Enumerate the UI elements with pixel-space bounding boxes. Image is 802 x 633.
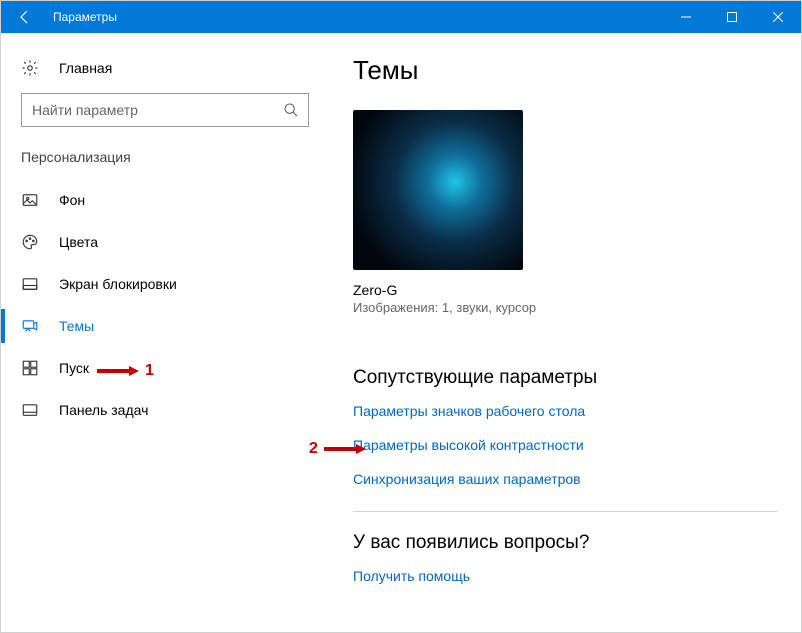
theme-desc: Изображения: 1, звуки, курсор bbox=[353, 300, 553, 317]
palette-icon bbox=[21, 233, 45, 251]
search-box bbox=[21, 93, 309, 127]
sidebar-item-lockscreen[interactable]: Экран блокировки bbox=[1, 263, 329, 305]
sidebar: Главная Персонализация Фон Цвета bbox=[1, 33, 329, 632]
sidebar-item-label: Экран блокировки bbox=[59, 276, 177, 292]
maximize-button[interactable] bbox=[709, 1, 755, 33]
close-button[interactable] bbox=[755, 1, 801, 33]
sidebar-item-label: Цвета bbox=[59, 234, 98, 250]
search-icon bbox=[283, 102, 299, 118]
start-icon bbox=[21, 359, 45, 377]
main-pane: Темы Zero-G Изображения: 1, звуки, курсо… bbox=[329, 33, 801, 632]
divider bbox=[353, 511, 777, 512]
group-label: Персонализация bbox=[1, 149, 329, 179]
related-heading: Сопутствующие параметры bbox=[353, 367, 777, 389]
sidebar-item-colors[interactable]: Цвета bbox=[1, 221, 329, 263]
picture-icon bbox=[21, 191, 45, 209]
sidebar-item-label: Пуск bbox=[59, 360, 89, 376]
sidebar-item-label: Фон bbox=[59, 192, 85, 208]
theme-name: Zero-G bbox=[353, 282, 777, 298]
content: Главная Персонализация Фон Цвета bbox=[1, 33, 801, 632]
page-title: Темы bbox=[353, 55, 777, 86]
sidebar-item-start[interactable]: Пуск bbox=[1, 347, 329, 389]
window-title: Параметры bbox=[49, 10, 117, 24]
minimize-button[interactable] bbox=[663, 1, 709, 33]
back-button[interactable] bbox=[1, 1, 49, 33]
home-label: Главная bbox=[59, 60, 112, 76]
lockscreen-icon bbox=[21, 275, 45, 293]
link-desktop-icons[interactable]: Параметры значков рабочего стола bbox=[353, 403, 777, 419]
search-input[interactable] bbox=[21, 93, 309, 127]
theme-icon bbox=[21, 317, 45, 335]
theme-preview[interactable] bbox=[353, 110, 523, 270]
minimize-icon bbox=[681, 12, 691, 22]
sidebar-item-label: Панель задач bbox=[59, 402, 148, 418]
maximize-icon bbox=[727, 12, 737, 22]
close-icon bbox=[773, 12, 783, 22]
titlebar: Параметры bbox=[1, 1, 801, 33]
help-heading: У вас появились вопросы? bbox=[353, 532, 777, 554]
taskbar-icon bbox=[21, 401, 45, 419]
home-button[interactable]: Главная bbox=[1, 53, 329, 93]
link-high-contrast[interactable]: Параметры высокой контрастности bbox=[353, 437, 777, 453]
sidebar-item-taskbar[interactable]: Панель задач bbox=[1, 389, 329, 431]
arrow-left-icon bbox=[17, 9, 33, 25]
link-get-help[interactable]: Получить помощь bbox=[353, 568, 777, 584]
sidebar-item-background[interactable]: Фон bbox=[1, 179, 329, 221]
gear-icon bbox=[21, 59, 45, 77]
link-sync-settings[interactable]: Синхронизация ваших параметров bbox=[353, 471, 777, 487]
sidebar-item-themes[interactable]: Темы bbox=[1, 305, 329, 347]
sidebar-item-label: Темы bbox=[59, 318, 94, 334]
